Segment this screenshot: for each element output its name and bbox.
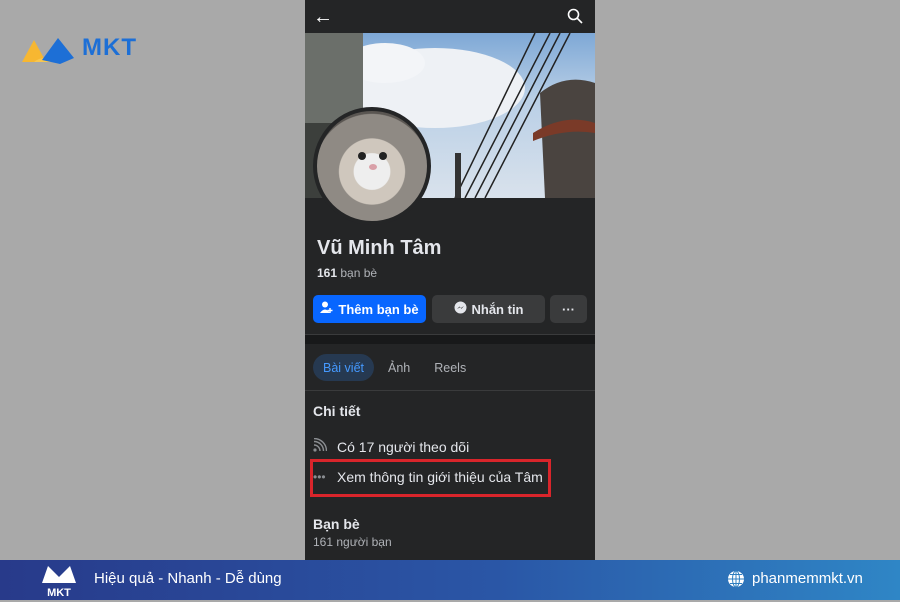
tab-photos[interactable]: Ảnh: [378, 354, 420, 381]
message-button[interactable]: Nhắn tin: [432, 295, 545, 323]
friends-title: Bạn bè: [313, 516, 360, 532]
message-label: Nhắn tin: [471, 301, 524, 317]
friend-count[interactable]: 161 bạn bè: [317, 266, 377, 280]
friend-count-number: 161: [317, 266, 338, 280]
details-title: Chi tiết: [313, 403, 361, 419]
arrow-left-icon[interactable]: ←: [313, 6, 333, 29]
svg-text:MKT: MKT: [47, 587, 71, 597]
logo-text: MKT: [82, 34, 137, 61]
globe-icon: [727, 570, 745, 593]
add-friend-button[interactable]: Thêm bạn bè: [313, 295, 426, 323]
friends-count: 161 người bạn: [313, 535, 392, 549]
more-button[interactable]: ···: [550, 295, 587, 323]
rss-icon: [313, 437, 328, 455]
top-bar: ←: [305, 0, 595, 33]
profile-tabs: Bài viết Ảnh Reels: [313, 354, 476, 381]
section-divider: [305, 334, 595, 344]
search-icon[interactable]: [567, 8, 583, 29]
messenger-icon: [454, 301, 467, 317]
footer-slogan: Hiệu quả - Nhanh - Dễ dùng: [94, 570, 282, 587]
followers-row[interactable]: Có 17 người theo dõi: [313, 437, 470, 455]
mkt-logo: MKT: [20, 34, 150, 66]
friend-count-label: bạn bè: [340, 266, 378, 280]
add-friend-icon: [320, 301, 333, 317]
website-link[interactable]: phanmemmkt.vn: [752, 570, 863, 587]
profile-avatar[interactable]: [313, 107, 431, 225]
footer-banner: MKT Hiệu quả - Nhanh - Dễ dùng phanmemmk…: [0, 560, 900, 600]
followers-text: Có 17 người theo dõi: [337, 438, 470, 455]
divider: [305, 390, 595, 391]
add-friend-label: Thêm bạn bè: [338, 301, 419, 317]
footer-logo: MKT: [38, 563, 80, 599]
tab-reels[interactable]: Reels: [424, 354, 476, 381]
tab-posts[interactable]: Bài viết: [313, 354, 374, 381]
highlight-box: [310, 459, 551, 497]
profile-name: Vũ Minh Tâm: [317, 237, 442, 259]
more-label: ···: [562, 301, 575, 317]
